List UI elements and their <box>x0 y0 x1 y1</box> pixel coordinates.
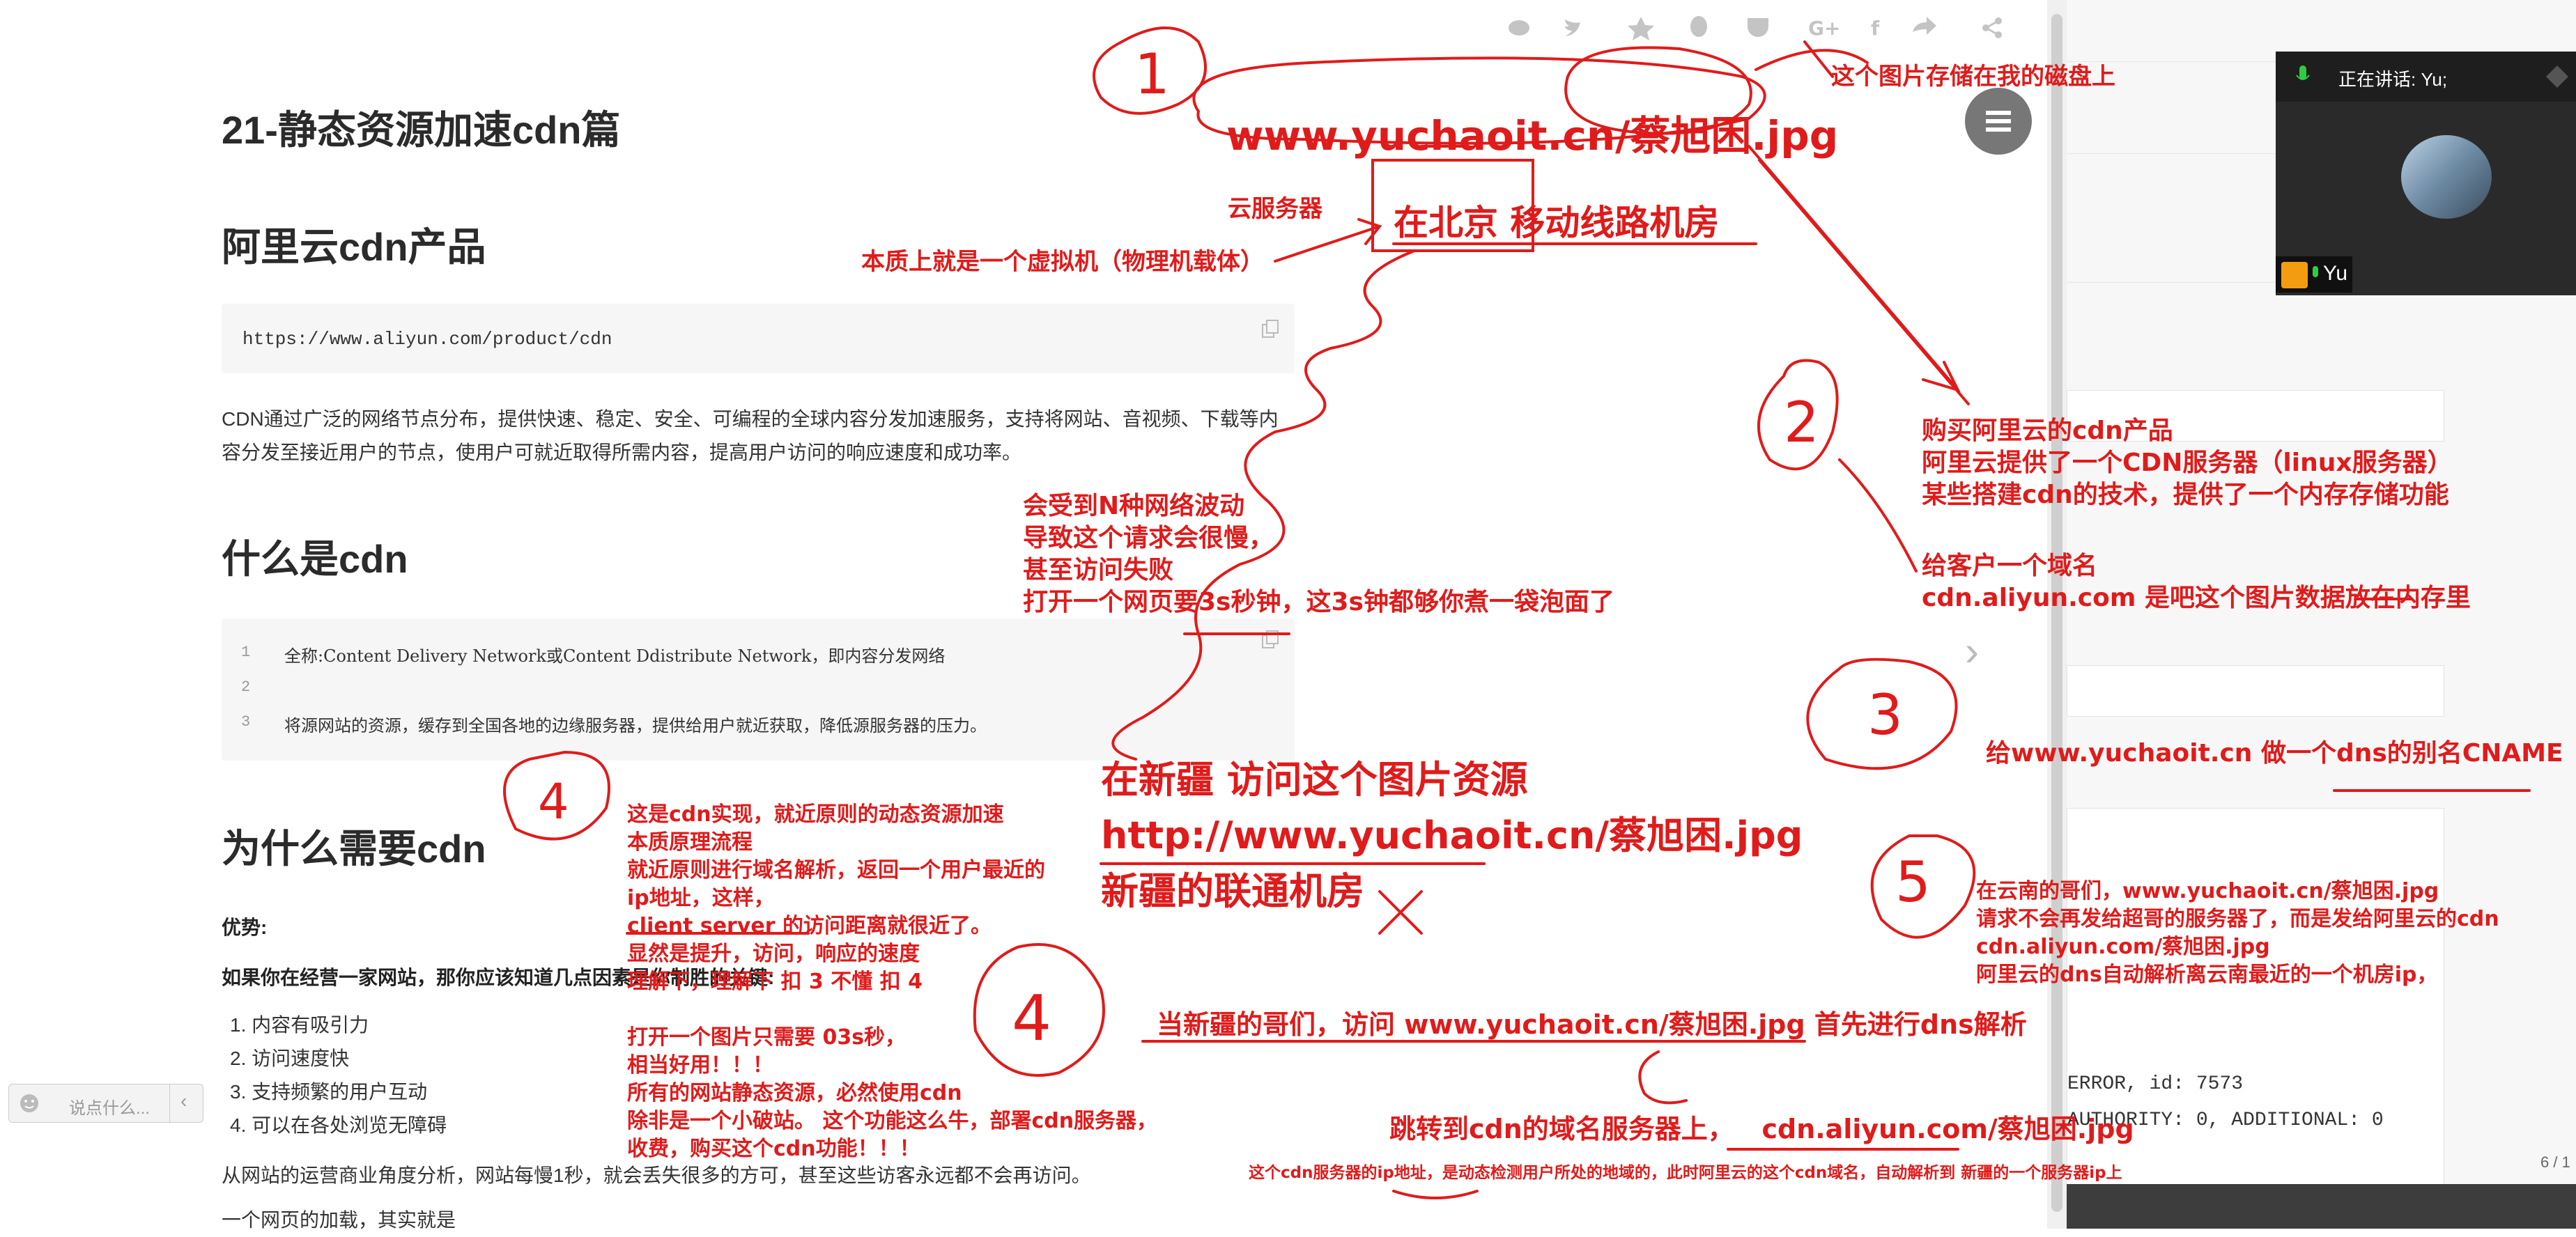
annotation-buy: 购买阿里云的cdn产品 阿里云提供了一个CDN服务器（linux服务器） 某些搭… <box>1922 417 2453 509</box>
annotation-circle-3: 3 <box>1867 683 1903 747</box>
annotation-circle-2: 2 <box>1784 390 1819 455</box>
annotation-circle-4: 4 <box>1012 982 1052 1055</box>
annotation-cloud-server: 云服务器 <box>1228 195 1322 223</box>
annotation-cname: 给www.yuchaoit.cn 做一个dns的别名CNAME <box>1986 739 2563 768</box>
annotation-disk-note: 这个图片存储在我的磁盘上 <box>1831 63 2115 91</box>
annotation-vm-note: 本质上就是一个虚拟机（物理机载体） <box>861 248 1264 276</box>
annotation-url-top: www.yuchaoit.cn/蔡旭困.jpg <box>1226 112 1839 160</box>
annotation-yunnan: 在云南的哥们，www.yuchaoit.cn/蔡旭困.jpg 请求不会再发给超哥… <box>1976 879 2499 987</box>
annotation-circle-1: 1 <box>1134 42 1170 107</box>
annotation-domain: 给客户一个域名 cdn.aliyun.com 是吧这个图片数据放在内存里 <box>1922 552 2471 612</box>
annotation-bottom: 这个cdn服务器的ip地址，是动态检测用户所处的地域的，此时阿里云的这个cdn域… <box>1249 1164 2122 1182</box>
annotation-network: 会受到N种网络波动 导致这个请求会很慢， 甚至访问失败 打开一个网页要3s秒钟，… <box>1023 492 1614 616</box>
annotation-dynamic: 这是cdn实现，就近原则的动态资源加速 本质原理流程 就近原则进行域名解析，返回… <box>627 802 1158 1161</box>
annotation-circle-5: 5 <box>1895 850 1931 915</box>
annotation-jump: 跳转到cdn的域名服务器上， cdn.aliyun.com/蔡旭困.jpg <box>1389 1114 2134 1144</box>
annotation-xinjiang: 在新疆 访问这个图片资源 http://www.yuchaoit.cn/蔡旭困.… <box>1101 758 1803 913</box>
annotation-xinjiang-dns: 当新疆的哥们，访问 www.yuchaoit.cn/蔡旭困.jpg 首先进行dn… <box>1157 1009 2027 1040</box>
annotation-circle-4b: 4 <box>538 773 569 830</box>
annotation-beijing: 在北京 移动线路机房 <box>1394 203 1720 243</box>
